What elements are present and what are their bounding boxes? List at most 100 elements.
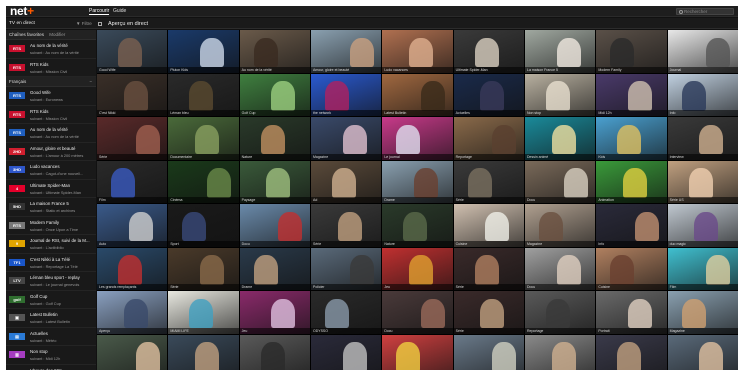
channel-preview-tile[interactable]: Série — [596, 334, 667, 370]
channel-preview-tile[interactable]: Léman bleu — [168, 73, 239, 116]
channel-preview-tile[interactable]: C'est Nikki — [97, 73, 168, 116]
channel-preview-tile[interactable]: Midi 12h — [596, 73, 667, 116]
channel-preview-tile[interactable]: Jeu — [382, 247, 453, 290]
channel-preview-tile[interactable]: Golf Cup — [239, 73, 310, 116]
channel-item[interactable]: RTS Modern Family suivant : Once Upon a Ti… — [6, 217, 96, 235]
channel-item[interactable]: golf Golf Cup suivant : Golf Cup — [6, 291, 96, 309]
channel-preview-tile[interactable]: Série — [168, 247, 239, 290]
channel-item[interactable]: ▥ Non stop suivant : Midi 12h — [6, 346, 96, 365]
channel-preview-tile[interactable]: Cuisine — [596, 247, 667, 290]
channel-preview-tile[interactable]: Amour, gloire et beauté — [311, 30, 382, 73]
channel-preview-tile[interactable]: Docu — [239, 204, 310, 247]
channel-preview-tile[interactable]: Animation — [596, 160, 667, 203]
channel-preview-tile[interactable]: Cinéma — [168, 160, 239, 203]
channel-preview-tile[interactable]: Docu — [382, 291, 453, 334]
grid-view-icon[interactable] — [98, 21, 102, 26]
channel-preview-tile[interactable]: Good Wife — [97, 30, 168, 73]
channel-preview-tile[interactable]: Ultimate Spider-Man — [453, 30, 524, 73]
channel-preview-tile[interactable]: Nature — [239, 117, 310, 160]
channel-preview-tile[interactable]: Docu — [453, 334, 524, 370]
channel-item[interactable]: ▤ Actuelles suivant : Météo — [6, 328, 96, 346]
channel-preview-tile[interactable]: Docu — [525, 160, 596, 203]
nav-guide[interactable]: Guide — [113, 8, 126, 14]
channel-preview-tile[interactable]: Sport — [97, 334, 168, 370]
channel-preview-tile[interactable]: Magazine — [525, 204, 596, 247]
channel-preview-tile[interactable]: Portrait — [596, 291, 667, 334]
channel-preview-tile[interactable]: Film — [667, 247, 738, 290]
channel-preview-tile[interactable]: Série — [97, 117, 168, 160]
channel-preview-tile[interactable]: Actuelles — [453, 73, 524, 116]
channel-item[interactable]: 9 Journal de RSI, suivi de la M... suivant… — [6, 235, 96, 254]
channel-preview-tile[interactable]: Cuisine — [453, 204, 524, 247]
channel-preview-tile[interactable]: Le journal — [382, 117, 453, 160]
edit-favorites-button[interactable]: Modifier — [49, 32, 65, 37]
channel-preview-tile[interactable]: Paysage — [239, 160, 310, 203]
collapse-icon[interactable]: − — [89, 77, 92, 87]
french-section-header[interactable]: Français − — [6, 77, 96, 87]
channel-preview-tile[interactable]: Drame — [382, 160, 453, 203]
channel-preview-tile[interactable]: Jeu — [239, 291, 310, 334]
channel-preview-tile[interactable]: Info — [667, 334, 738, 370]
channel-item[interactable]: LTV Léman bleu sport - replay suivant : Le… — [6, 272, 96, 291]
channel-preview-tile[interactable]: Interview — [525, 334, 596, 370]
channel-item[interactable]: RTS RTS Kids suivant : Mission Civil — [6, 106, 96, 124]
channel-preview-tile[interactable]: Magazine — [667, 291, 738, 334]
channel-preview-tile[interactable]: Les grands remplaçants — [97, 247, 168, 290]
channel-item[interactable]: L'heure des 60's — [6, 365, 96, 370]
channel-preview-tile[interactable]: Kiki Ninja — [382, 334, 453, 370]
channel-preview-tile[interactable]: Aperçu — [97, 291, 168, 334]
search-input[interactable]: Rechercher — [676, 8, 734, 15]
channel-preview-tile[interactable]: Docu — [525, 247, 596, 290]
channel-preview-tile[interactable]: Documentaire — [168, 117, 239, 160]
channel-preview-tile[interactable]: MIAMI LIFE — [168, 291, 239, 334]
channel-preview-tile[interactable]: Film — [97, 160, 168, 203]
channel-item[interactable]: 5HD La maison France 5 suivant : Static et… — [6, 198, 96, 217]
channel-preview-tile[interactable]: Série — [453, 291, 524, 334]
channel-preview-tile[interactable]: Info — [667, 73, 738, 116]
channel-preview-tile[interactable]: Pluton Kids — [168, 30, 239, 73]
nav-parcourir[interactable]: Parcourir — [89, 8, 110, 15]
channel-preview-tile[interactable]: Reportage — [525, 291, 596, 334]
channel-item[interactable]: ▣ Latest Bulletin suivant : Latest Bulleti… — [6, 309, 96, 328]
channel-preview-tile[interactable]: Ad — [311, 160, 382, 203]
channel-preview-tile[interactable]: Sport — [168, 204, 239, 247]
channel-item[interactable]: RTS RTS Kids suivant : Mission Civil — [6, 59, 96, 77]
channel-preview-tile[interactable]: Latest Bulletin — [382, 73, 453, 116]
channel-preview-tile[interactable]: Policier — [311, 247, 382, 290]
channel-preview-tile[interactable]: ODYSSO — [311, 291, 382, 334]
channel-preview-tile[interactable]: Info — [168, 334, 239, 370]
channel-item[interactable]: 4 Ultimate Spider-Man suivant : Ultimate S… — [6, 180, 96, 198]
channel-preview-tile[interactable]: Reportage — [453, 117, 524, 160]
channel-preview-tile[interactable]: Non stop — [525, 73, 596, 116]
preview-figure — [610, 255, 635, 285]
channel-preview-tile[interactable]: the network — [311, 73, 382, 116]
channel-preview-tile[interactable]: La maison France 5 — [525, 30, 596, 73]
channel-preview-tile[interactable]: Magazine — [311, 117, 382, 160]
channel-item[interactable]: RTS Au nom de la vérité suivant : Au nom d… — [6, 124, 96, 143]
channel-preview-tile[interactable]: Kids — [596, 117, 667, 160]
channel-item[interactable]: 3HD Ludo vacances suivant : Cagot-d'une no… — [6, 161, 96, 180]
channel-preview-tile[interactable]: Dessin animé — [525, 117, 596, 160]
channel-item[interactable]: 2HD Amour, gloire et beauté suivant : L'am… — [6, 143, 96, 161]
channel-preview-tile[interactable]: Série — [311, 204, 382, 247]
channel-preview-tile[interactable]: Journal — [667, 30, 738, 73]
channel-preview-tile[interactable]: Info — [596, 204, 667, 247]
channel-preview-tile[interactable]: Série US — [667, 160, 738, 203]
channel-item[interactable]: RTS Good Wife suivant : Euronews — [6, 87, 96, 106]
channel-preview-tile[interactable]: Série — [453, 160, 524, 203]
channel-preview-tile[interactable]: Série — [311, 334, 382, 370]
channel-preview-tile[interactable]: Drame — [239, 247, 310, 290]
channel-item[interactable]: TF1 C'est Nikki à La Télé suivant : Report… — [6, 254, 96, 272]
channel-item[interactable]: RTS Au nom de la vérité suivant : Au nom d… — [6, 40, 96, 59]
channel-preview-tile[interactable]: Série — [453, 247, 524, 290]
channel-preview-tile[interactable]: Nature — [382, 204, 453, 247]
channel-preview-tile[interactable]: Auto — [97, 204, 168, 247]
channel-preview-tile[interactable]: Au nom de la vérité — [239, 30, 310, 73]
channel-preview-tile[interactable]: Voiture — [239, 334, 310, 370]
channel-preview-tile[interactable]: Ludo vacances — [382, 30, 453, 73]
filter-button[interactable]: ▼ Filtre — [76, 21, 92, 26]
channel-preview-tile[interactable]: Interview — [667, 117, 738, 160]
channel-preview-tile[interactable]: duo magic — [667, 204, 738, 247]
logo[interactable]: net+ — [10, 6, 34, 18]
channel-preview-tile[interactable]: Modern Family — [596, 30, 667, 73]
